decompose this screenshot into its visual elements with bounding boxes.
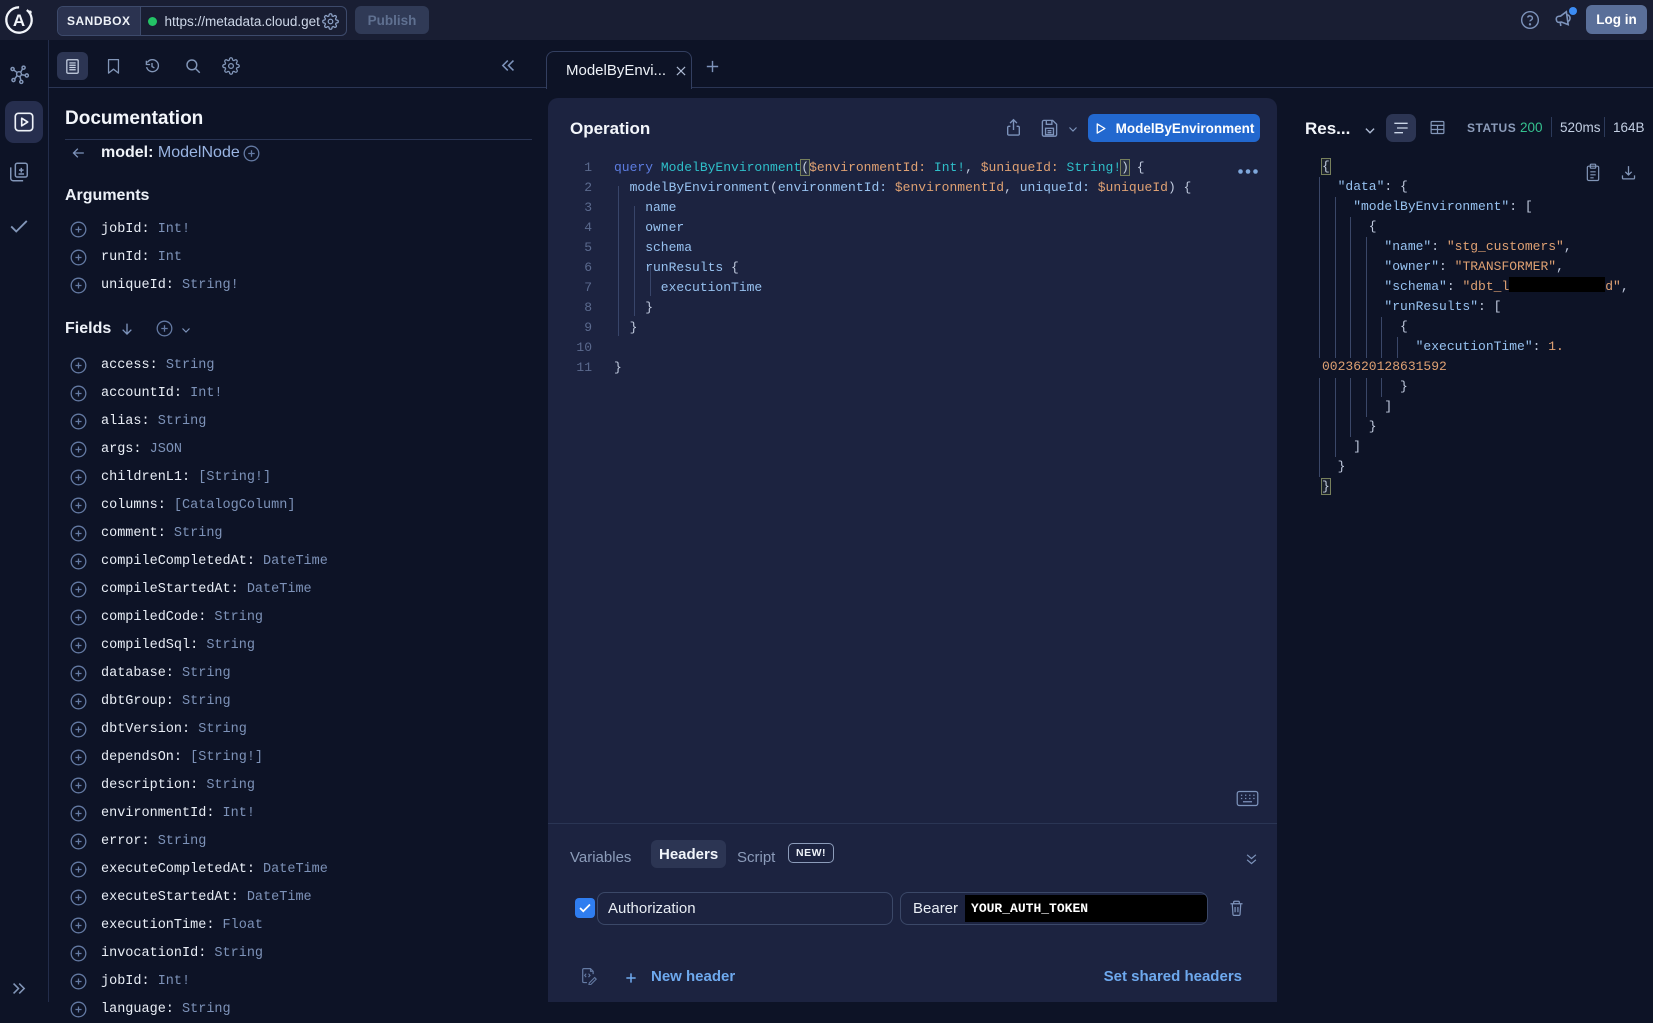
svg-text:A: A	[13, 11, 25, 30]
